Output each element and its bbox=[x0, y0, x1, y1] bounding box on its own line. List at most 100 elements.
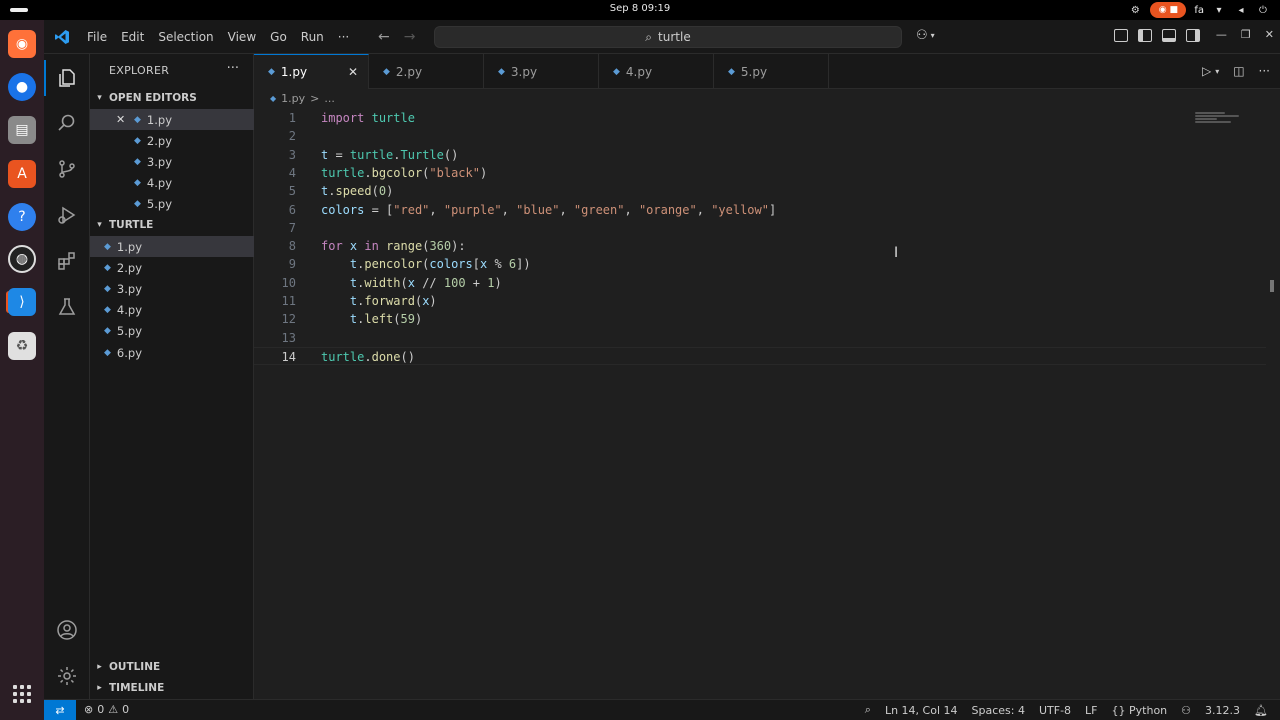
tab-2-py[interactable]: ◆ 2.py bbox=[369, 54, 484, 89]
scrollbar-thumb[interactable] bbox=[1270, 280, 1274, 292]
close-editor-icon[interactable]: ✕ bbox=[116, 113, 125, 126]
zoom-icon[interactable]: ⌕ bbox=[865, 703, 871, 717]
trash-icon[interactable]: ♻ bbox=[8, 332, 36, 360]
app-center-icon[interactable]: A bbox=[8, 160, 36, 188]
tab-4-py[interactable]: ◆ 4.py bbox=[599, 54, 714, 89]
code-line[interactable]: 12 t.left(59) bbox=[254, 310, 1266, 328]
keyboard-layout-indicator[interactable]: fa bbox=[1194, 5, 1204, 16]
menu-more[interactable]: ··· bbox=[331, 30, 356, 44]
menu-selection[interactable]: Selection bbox=[151, 30, 220, 44]
search-activity-icon[interactable] bbox=[55, 111, 79, 135]
encoding[interactable]: UTF-8 bbox=[1039, 704, 1071, 717]
code-line[interactable]: 6 colors = ["red", "purple", "blue", "gre… bbox=[254, 201, 1266, 219]
code-line[interactable]: 1 import turtle bbox=[254, 109, 1266, 127]
manage-gear-icon[interactable] bbox=[55, 664, 79, 688]
remote-indicator-icon[interactable]: ⇄ bbox=[44, 700, 76, 720]
file-item[interactable]: ◆ 4.py bbox=[90, 299, 254, 320]
files-icon[interactable]: ▤ bbox=[8, 116, 36, 144]
run-debug-icon[interactable] bbox=[55, 203, 79, 227]
copilot-menu[interactable]: ⚇ ▾ bbox=[916, 28, 935, 43]
code-line[interactable]: 14 turtle.done() bbox=[254, 346, 1266, 365]
python-version[interactable]: 3.12.3 bbox=[1205, 704, 1240, 717]
vscode-dock-icon[interactable]: ⟩ bbox=[8, 288, 36, 316]
obs-icon[interactable]: ◍ bbox=[8, 245, 36, 273]
code-line[interactable]: 11 t.forward(x) bbox=[254, 292, 1266, 310]
end-of-line[interactable]: LF bbox=[1085, 704, 1097, 717]
explorer-icon[interactable] bbox=[44, 60, 79, 96]
open-editor-item[interactable]: ✕ ◆ 1.py bbox=[90, 109, 254, 130]
menu-go[interactable]: Go bbox=[263, 30, 294, 44]
open-editors-section[interactable]: ▾ OPEN EDITORS bbox=[90, 88, 254, 108]
toggle-secondary-sidebar-icon[interactable] bbox=[1186, 29, 1200, 42]
tab-3-py[interactable]: ◆ 3.py bbox=[484, 54, 599, 89]
explorer-more-actions[interactable]: ··· bbox=[227, 61, 239, 76]
open-editor-item[interactable]: ◆ 4.py bbox=[90, 172, 254, 193]
network-icon[interactable]: ▾ bbox=[1212, 3, 1226, 17]
split-editor-icon[interactable]: ◫ bbox=[1233, 64, 1244, 78]
code-line[interactable]: 10 t.width(x // 100 + 1) bbox=[254, 274, 1266, 292]
notifications-bell-icon[interactable]: 🔔︎ bbox=[1254, 704, 1268, 717]
code-line[interactable]: 5 t.speed(0) bbox=[254, 182, 1266, 200]
copilot-status-icon[interactable]: ⚇ bbox=[1181, 704, 1191, 717]
code-line[interactable]: 4 turtle.bgcolor("black") bbox=[254, 164, 1266, 182]
system-clock[interactable]: Sep 8 09:19 bbox=[0, 3, 1280, 14]
code-line[interactable]: 3 t = turtle.Turtle() bbox=[254, 146, 1266, 164]
command-center-search[interactable]: ⌕ turtle bbox=[434, 26, 902, 48]
minimap[interactable] bbox=[1195, 112, 1241, 124]
minimize-icon[interactable]: — bbox=[1216, 28, 1227, 41]
help-icon[interactable]: ? bbox=[8, 203, 36, 231]
problems-indicator[interactable]: ⊗ 0 ⚠ 0 bbox=[84, 703, 129, 716]
more-actions-icon[interactable]: ··· bbox=[1259, 64, 1270, 78]
code-editor[interactable]: 1 import turtle 2 3 t = turtle.Turtle() 4 turt… bbox=[254, 108, 1266, 698]
maximize-icon[interactable]: ❐ bbox=[1241, 28, 1251, 41]
close-tab-icon[interactable]: ✕ bbox=[348, 65, 358, 79]
menu-view[interactable]: View bbox=[221, 30, 263, 44]
editor-scrollbar[interactable] bbox=[1266, 108, 1280, 698]
breadcrumb-symbol[interactable]: ... bbox=[324, 92, 335, 105]
source-control-icon[interactable] bbox=[55, 157, 79, 181]
open-editor-item[interactable]: ◆ 2.py bbox=[90, 130, 254, 151]
menu-edit[interactable]: Edit bbox=[114, 30, 151, 44]
code-line[interactable]: 13 bbox=[254, 329, 1266, 347]
firefox-icon[interactable]: ◉ bbox=[8, 30, 36, 58]
extensions-icon[interactable] bbox=[55, 249, 79, 273]
outline-section[interactable]: ▸ OUTLINE bbox=[90, 657, 254, 677]
cursor-position[interactable]: Ln 14, Col 14 bbox=[885, 704, 958, 717]
tab-1-py[interactable]: ◆ 1.py ✕ bbox=[254, 54, 369, 89]
timeline-section[interactable]: ▸ TIMELINE bbox=[90, 678, 254, 698]
testing-icon[interactable] bbox=[55, 295, 79, 319]
code-line[interactable]: 2 bbox=[254, 127, 1266, 145]
volume-icon[interactable]: ◂ bbox=[1234, 3, 1248, 17]
accounts-icon[interactable] bbox=[55, 618, 79, 642]
toggle-panel-icon[interactable] bbox=[1162, 29, 1176, 42]
file-item[interactable]: ◆ 6.py bbox=[90, 342, 254, 363]
file-item[interactable]: ◆ 5.py bbox=[90, 320, 254, 341]
language-mode[interactable]: {} Python bbox=[1112, 704, 1168, 717]
code-line[interactable]: 8 for x in range(360): bbox=[254, 237, 1266, 255]
breadcrumb-file[interactable]: 1.py bbox=[281, 92, 305, 105]
toggle-primary-sidebar-icon[interactable] bbox=[1138, 29, 1152, 42]
run-python-file-icon[interactable]: ▷ bbox=[1202, 64, 1211, 78]
tab-5-py[interactable]: ◆ 5.py bbox=[714, 54, 829, 89]
recording-indicator[interactable]: ◉ ■ bbox=[1150, 2, 1187, 18]
code-line[interactable]: 9 t.pencolor(colors[x % 6]) bbox=[254, 255, 1266, 273]
chromium-icon[interactable]: ● bbox=[8, 73, 36, 101]
close-window-icon[interactable]: ✕ bbox=[1265, 28, 1274, 41]
file-item[interactable]: ◆ 2.py bbox=[90, 257, 254, 278]
settings-tray-icon[interactable]: ⚙ bbox=[1128, 3, 1142, 17]
menu-file[interactable]: File bbox=[80, 30, 114, 44]
indentation[interactable]: Spaces: 4 bbox=[972, 704, 1025, 717]
menu-run[interactable]: Run bbox=[294, 30, 331, 44]
open-editor-item[interactable]: ◆ 3.py bbox=[90, 151, 254, 172]
open-editor-item[interactable]: ◆ 5.py bbox=[90, 193, 254, 214]
back-arrow-icon[interactable]: ← bbox=[378, 29, 390, 45]
customize-layout-icon[interactable] bbox=[1114, 29, 1128, 42]
forward-arrow-icon[interactable]: → bbox=[404, 29, 416, 45]
power-icon[interactable]: ⏻ bbox=[1256, 3, 1270, 17]
show-apps-icon[interactable] bbox=[10, 682, 34, 706]
folder-section[interactable]: ▾ TURTLE bbox=[90, 215, 254, 235]
file-item[interactable]: ◆ 1.py bbox=[90, 236, 254, 257]
file-item[interactable]: ◆ 3.py bbox=[90, 278, 254, 299]
code-line[interactable]: 7 bbox=[254, 219, 1266, 237]
chevron-down-icon[interactable]: ▾ bbox=[1215, 67, 1219, 76]
